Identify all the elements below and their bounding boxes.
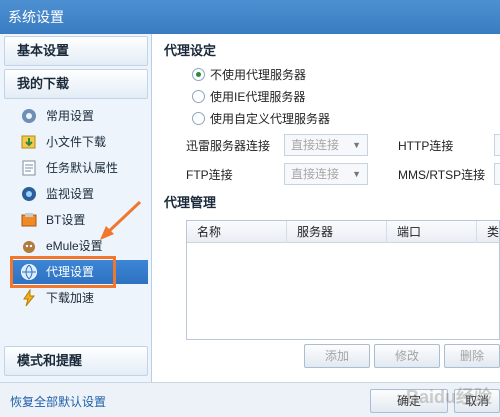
- column-type[interactable]: 类: [477, 221, 499, 243]
- sidebar-item-label: BT设置: [46, 213, 86, 227]
- window-title: 系统设置: [0, 0, 500, 34]
- management-section-title: 代理管理: [164, 195, 217, 210]
- sidebar-item-task-properties[interactable]: 任务默认属性: [12, 156, 148, 180]
- bt-icon: [21, 213, 37, 227]
- radio-button[interactable]: [192, 112, 205, 125]
- xunlei-connection-label: 迅雷服务器连接: [186, 139, 271, 153]
- select-value: 直接连接: [291, 138, 340, 152]
- group-basic-settings[interactable]: 基本设置: [4, 36, 148, 66]
- emule-icon: [23, 241, 35, 253]
- radio-label: 不使用代理服务器: [210, 68, 307, 82]
- sidebar-item-common[interactable]: 常用设置: [12, 104, 148, 128]
- http-connection-select[interactable]: [494, 134, 500, 156]
- group-mode-reminder[interactable]: 模式和提醒: [4, 346, 148, 376]
- sidebar-item-acceleration[interactable]: 下载加速: [12, 286, 148, 310]
- sidebar-item-label: 监视设置: [46, 187, 95, 201]
- proxy-table[interactable]: 名称 服务器 端口 类: [186, 220, 500, 340]
- column-name[interactable]: 名称: [187, 221, 287, 243]
- sidebar-item-label: 任务默认属性: [46, 161, 119, 175]
- main-panel: 代理设定 不使用代理服务器 使用IE代理服务器 使用自定义代理服务器 迅雷服务器…: [152, 34, 500, 382]
- restore-defaults-link[interactable]: 恢复全部默认设置: [10, 393, 106, 410]
- small-file-download-icon: [21, 135, 36, 149]
- edit-button[interactable]: 修改: [374, 344, 440, 368]
- column-port[interactable]: 端口: [387, 221, 477, 243]
- chevron-down-icon: ▼: [352, 140, 361, 150]
- cancel-button[interactable]: 取消: [454, 389, 500, 413]
- column-server[interactable]: 服务器: [287, 221, 387, 243]
- sidebar-item-label: 下载加速: [46, 291, 95, 305]
- group-my-download[interactable]: 我的下载: [4, 69, 148, 99]
- sidebar-item-small-file[interactable]: 小文件下载: [12, 130, 148, 154]
- proxy-section-title: 代理设定: [164, 43, 217, 58]
- xunlei-connection-select[interactable]: 直接连接 ▼: [284, 134, 368, 156]
- monitor-icon: [22, 187, 36, 201]
- lightning-icon: [23, 289, 36, 307]
- ok-button[interactable]: 确定: [370, 389, 448, 413]
- proxy-globe-icon: [21, 264, 37, 280]
- sidebar-item-proxy[interactable]: 代理设置: [12, 260, 148, 284]
- sidebar-item-label: 代理设置: [46, 265, 95, 279]
- footer-bar: 恢复全部默认设置 确定 取消: [0, 382, 500, 417]
- ftp-connection-label: FTP连接: [186, 168, 233, 182]
- task-properties-icon: [22, 160, 36, 176]
- gear-icon: [22, 109, 36, 123]
- chevron-down-icon: ▼: [352, 169, 361, 179]
- ftp-connection-select[interactable]: 直接连接 ▼: [284, 163, 368, 185]
- mms-rtsp-connection-label: MMS/RTSP连接: [398, 168, 486, 182]
- table-header: 名称 服务器 端口 类: [187, 221, 499, 243]
- radio-label: 使用自定义代理服务器: [210, 112, 331, 126]
- http-connection-label: HTTP连接: [398, 139, 454, 153]
- radio-button[interactable]: [192, 90, 205, 103]
- mms-rtsp-connection-select[interactable]: [494, 163, 500, 185]
- select-value: 直接连接: [291, 167, 340, 181]
- sidebar-item-label: 常用设置: [46, 109, 95, 123]
- delete-button[interactable]: 删除: [444, 344, 500, 368]
- radio-label: 使用IE代理服务器: [210, 90, 306, 104]
- radio-button[interactable]: [192, 68, 205, 81]
- annotation-arrow-icon: [100, 200, 142, 240]
- add-button[interactable]: 添加: [304, 344, 370, 368]
- sidebar-item-label: 小文件下载: [46, 135, 107, 149]
